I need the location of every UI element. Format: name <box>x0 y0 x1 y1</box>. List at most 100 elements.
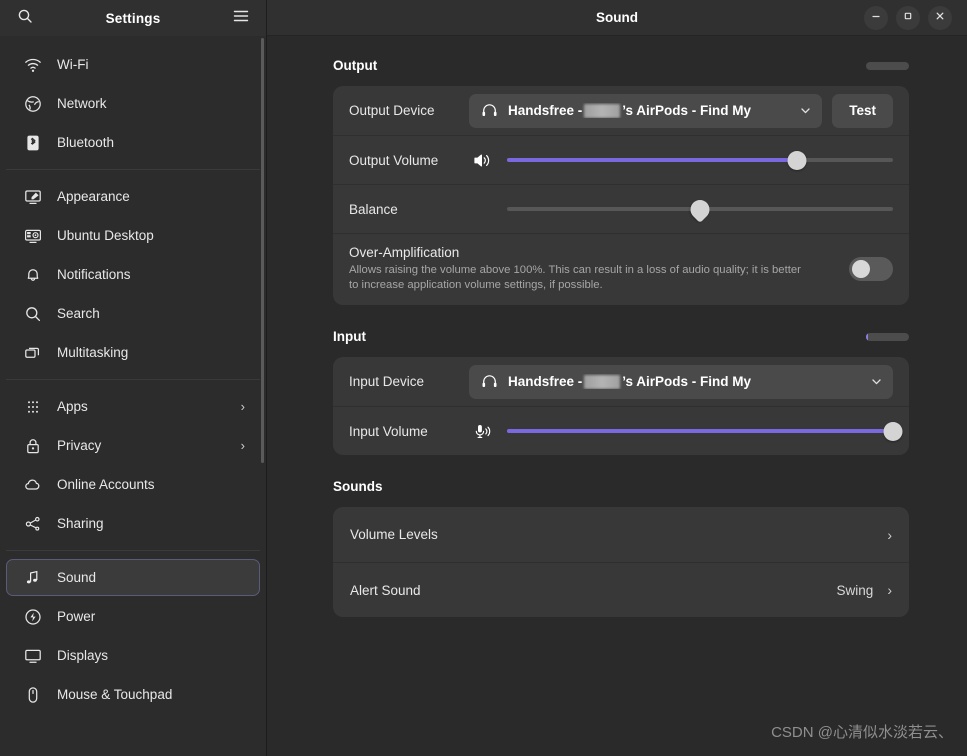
over-amplification-row: Over-Amplification Allows raising the vo… <box>333 233 909 305</box>
sidebar-item-apps[interactable]: Apps › <box>6 388 260 425</box>
headphones-icon <box>481 102 498 119</box>
sidebar-item-sound[interactable]: Sound <box>6 559 260 596</box>
chevron-down-icon <box>789 104 812 117</box>
minimize-button[interactable] <box>864 5 888 30</box>
balance-slider-knob[interactable] <box>686 195 714 223</box>
search-icon <box>17 8 33 29</box>
sidebar-item-sharing[interactable]: Sharing <box>6 505 260 542</box>
window-title: Sound <box>596 10 638 25</box>
chevron-right-icon: › <box>887 582 892 599</box>
balance-label: Balance <box>349 201 398 217</box>
nav-divider <box>6 550 260 551</box>
sidebar-header: Settings <box>0 0 266 36</box>
ubuntu-desktop-icon <box>23 226 43 246</box>
over-amplification-text: Over-Amplification Allows raising the vo… <box>349 245 849 293</box>
sidebar-item-label: Sharing <box>57 516 104 531</box>
sidebar-title: Settings <box>105 10 161 26</box>
sidebar-item-label: Network <box>57 96 107 111</box>
slider-fill <box>507 158 797 162</box>
balance-slider[interactable] <box>507 195 893 223</box>
power-icon <box>23 607 43 627</box>
slider-knob[interactable] <box>883 421 903 441</box>
sidebar-item-power[interactable]: Power <box>6 598 260 635</box>
sidebar-item-label: Privacy <box>57 438 102 453</box>
multitasking-icon <box>23 343 43 363</box>
speaker-icon <box>469 152 495 169</box>
input-volume-label: Input Volume <box>349 423 428 439</box>
sidebar-item-notifications[interactable]: Notifications <box>6 256 260 293</box>
close-icon <box>934 9 946 27</box>
sidebar-item-label: Wi-Fi <box>57 57 89 72</box>
nav-divider <box>6 379 260 380</box>
input-card: Input Device Handsfree - ’s AirPods - Fi… <box>333 357 909 456</box>
sidebar-item-label: Power <box>57 609 96 624</box>
sidebar-item-online-accounts[interactable]: Online Accounts <box>6 466 260 503</box>
sidebar-item-label: Multitasking <box>57 345 129 360</box>
sidebar-item-mouse-touchpad[interactable]: Mouse & Touchpad <box>6 676 260 713</box>
output-device-label: Output Device <box>349 103 435 118</box>
search-button[interactable] <box>12 5 38 31</box>
sidebar-item-network[interactable]: Network <box>6 85 260 122</box>
sidebar-item-label: Apps <box>57 399 88 414</box>
volume-levels-row[interactable]: Volume Levels › <box>333 507 909 562</box>
output-device-row: Output Device Handsfree - ’s AirPods - F… <box>333 86 909 135</box>
music-note-icon <box>23 568 43 588</box>
chevron-down-icon <box>860 375 883 388</box>
slider-knob[interactable] <box>787 150 806 170</box>
sidebar-item-label: Search <box>57 306 100 321</box>
bluetooth-icon <box>23 133 43 153</box>
sidebar-item-label: Ubuntu Desktop <box>57 228 154 243</box>
input-volume-slider[interactable] <box>507 421 903 441</box>
headphones-icon <box>481 373 498 390</box>
input-level-fill <box>866 332 869 341</box>
lock-icon <box>23 436 43 456</box>
sounds-section-title: Sounds <box>333 479 383 495</box>
sidebar-nav[interactable]: Wi-Fi Network Bluetooth Appearance Ubunt… <box>0 36 266 756</box>
main-panel: Sound Output Output Device Handsfree - ’… <box>267 0 967 756</box>
minimize-icon <box>870 9 882 27</box>
input-device-dropdown[interactable]: Handsfree - ’s AirPods - Find My <box>469 364 893 399</box>
input-level-meter <box>866 332 909 341</box>
output-section-title: Output <box>333 58 378 73</box>
output-volume-slider[interactable] <box>507 150 893 170</box>
main-menu-button[interactable] <box>228 5 254 31</box>
sidebar-item-wifi[interactable]: Wi-Fi <box>6 46 260 83</box>
share-icon <box>23 514 43 534</box>
toggle-knob <box>852 260 870 279</box>
sidebar-item-displays[interactable]: Displays <box>6 637 260 674</box>
maximize-icon <box>902 9 914 27</box>
output-volume-row: Output Volume <box>333 135 909 184</box>
sidebar-scrollbar[interactable] <box>261 38 264 463</box>
hamburger-menu-icon <box>233 9 249 28</box>
sidebar-item-multitasking[interactable]: Multitasking <box>6 334 260 371</box>
sound-settings-content: Output Output Device Handsfree - ’s AirP… <box>267 36 967 756</box>
wifi-icon <box>23 55 43 75</box>
test-output-button[interactable]: Test <box>832 93 893 128</box>
sidebar-item-appearance[interactable]: Appearance <box>6 178 260 215</box>
sidebar-item-label: Mouse & Touchpad <box>57 687 173 702</box>
sidebar: Settings Wi-Fi Network Bluetooth Appeara… <box>0 0 267 756</box>
display-icon <box>23 646 43 666</box>
appearance-icon <box>23 187 43 207</box>
alert-sound-row[interactable]: Alert Sound Swing › <box>333 562 909 617</box>
window-titlebar: Sound <box>267 0 967 36</box>
maximize-button[interactable] <box>896 5 920 30</box>
sidebar-item-bluetooth[interactable]: Bluetooth <box>6 124 260 161</box>
sidebar-item-ubuntu-desktop[interactable]: Ubuntu Desktop <box>6 217 260 254</box>
chevron-right-icon: › <box>240 399 245 414</box>
nav-group-connectivity: Wi-Fi Network Bluetooth <box>4 46 262 161</box>
output-device-suffix: ’s AirPods - Find My <box>622 103 752 118</box>
sidebar-item-privacy[interactable]: Privacy › <box>6 427 260 464</box>
network-icon <box>23 94 43 114</box>
output-volume-label: Output Volume <box>349 152 439 168</box>
bell-icon <box>23 265 43 285</box>
sidebar-item-search[interactable]: Search <box>6 295 260 332</box>
over-amplification-toggle[interactable] <box>849 257 893 282</box>
input-device-value: Handsfree - ’s AirPods - Find My <box>508 374 751 389</box>
over-amplification-title: Over-Amplification <box>349 245 460 260</box>
sidebar-item-label: Appearance <box>57 189 130 204</box>
output-device-dropdown[interactable]: Handsfree - ’s AirPods - Find My <box>469 93 823 128</box>
close-button[interactable] <box>928 5 952 30</box>
output-section-header: Output <box>333 58 909 73</box>
volume-levels-label: Volume Levels <box>350 527 438 543</box>
